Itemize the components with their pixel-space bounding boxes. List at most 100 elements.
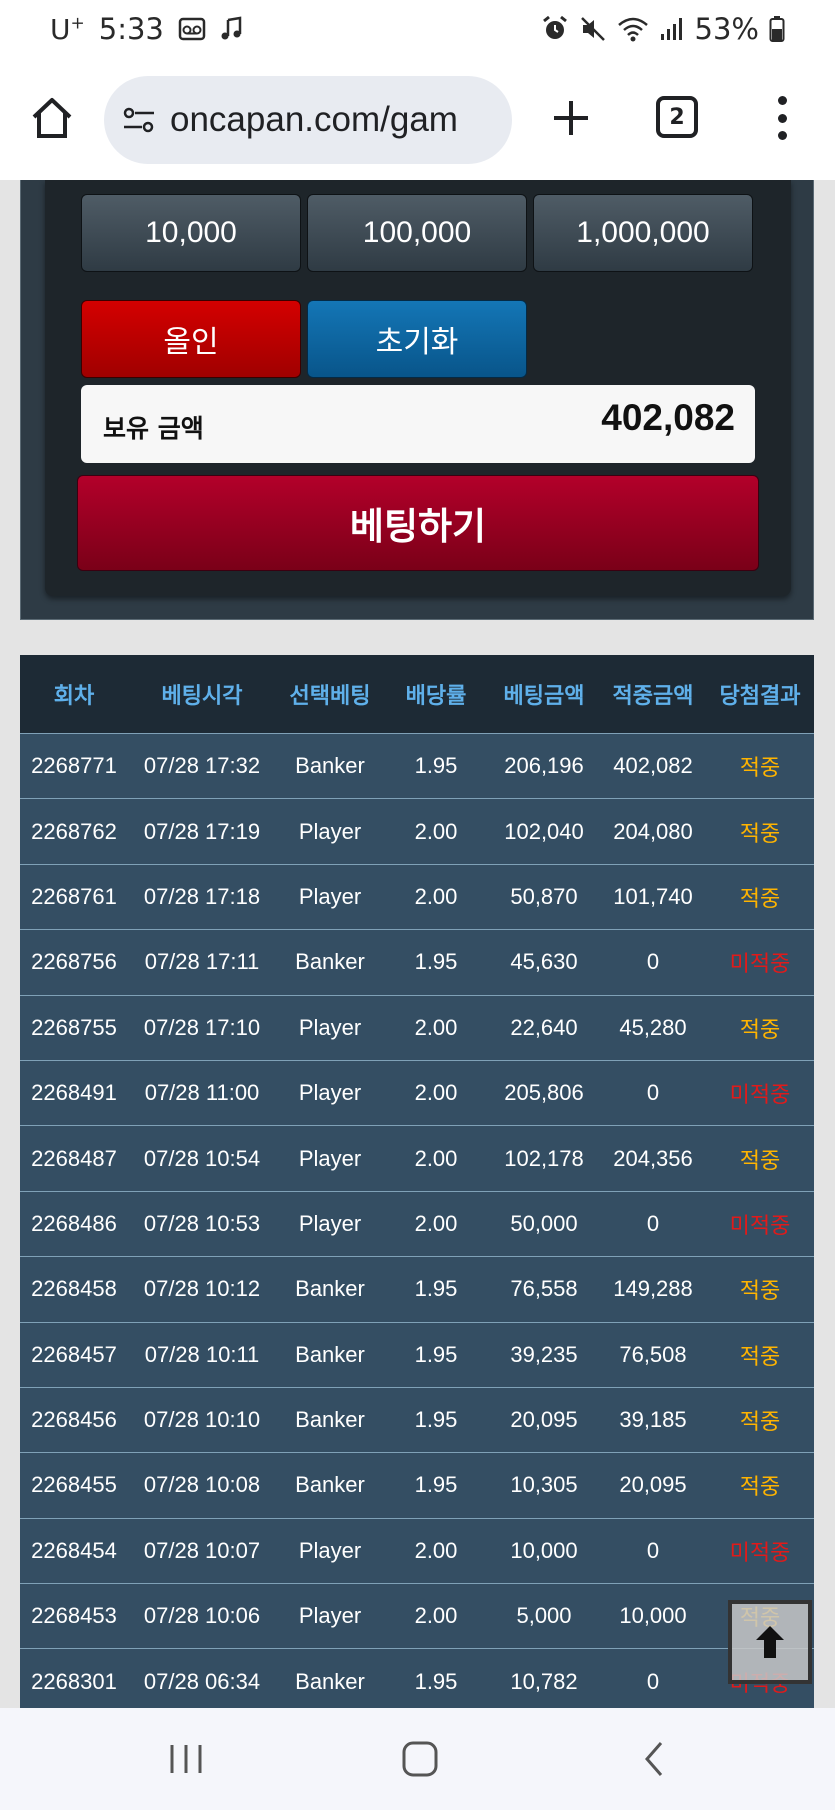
table-row: 226845307/28 10:06Player2.005,00010,000적… <box>20 1583 814 1649</box>
voicemail-icon <box>178 17 206 41</box>
cell-win-amount: 149,288 <box>613 1276 693 1302</box>
cell-result: 미적중 <box>729 1083 791 1109</box>
cell-selection: Banker <box>295 1341 365 1367</box>
cell-bet-time: 07/28 10:07 <box>143 1537 261 1563</box>
cell-bet-amount: 102,040 <box>504 818 584 844</box>
cell-bet-amount: 50,870 <box>510 883 578 909</box>
scroll-top-button[interactable] <box>728 1600 812 1684</box>
recents-button[interactable] <box>156 1736 216 1782</box>
plus-icon <box>554 101 588 135</box>
cell-round: 2268301 <box>31 1668 117 1694</box>
cell-win-amount: 101,740 <box>613 883 693 909</box>
cell-round: 2268491 <box>31 1080 117 1106</box>
table-body: 2268771 07/28 17:32 Banker 1.95 206,196 402,0… <box>20 733 814 1708</box>
cell-win-amount: 204,356 <box>613 1145 693 1171</box>
cell-result: 적중 <box>739 1344 781 1370</box>
cell-round: 2268457 <box>31 1341 117 1367</box>
cell-odds: 1.95 <box>414 1472 458 1498</box>
cell-selection: Player <box>298 1603 362 1629</box>
address-bar[interactable]: oncapan.com/gam <box>104 76 512 164</box>
cell-win-amount: 402,082 <box>613 753 693 779</box>
cell-selection: Player <box>298 1210 362 1236</box>
battery-icon <box>769 15 785 43</box>
table-row: 2268486 07/28 10:53 Player 2.00 50,000 0 미적중 <box>20 1190 814 1257</box>
cell-bet-time: 07/28 17:11 <box>144 949 260 975</box>
cell-bet-time: 07/28 10:10 <box>143 1407 261 1433</box>
cell-bet-amount: 20,095 <box>510 1407 578 1433</box>
cell-win-amount: 10,000 <box>619 1603 687 1629</box>
header-selection: 선택베팅 <box>289 684 371 709</box>
header-win-amount: 적중금액 <box>612 684 694 709</box>
cell-round: 2268771 <box>31 753 117 779</box>
reset-button[interactable]: 초기화 <box>307 300 527 378</box>
table-row: 2268454 07/28 10:07 Player 2.00 10,000 0 미적중 <box>20 1517 814 1584</box>
cell-win-amount: 76,508 <box>619 1341 687 1367</box>
cell-round: 2268487 <box>31 1145 117 1171</box>
cell-bet-amount: 45,630 <box>510 949 578 975</box>
cell-win-amount: 0 <box>646 1537 660 1563</box>
cell-round: 2268453 <box>31 1603 117 1629</box>
chip-button-10000[interactable]: 10,000 <box>81 194 301 272</box>
cell-odds: 2.00 <box>414 1014 458 1040</box>
cell-win-amount: 0 <box>646 1210 660 1236</box>
cell-bet-amount: 10,782 <box>510 1668 578 1694</box>
chip-button-100000[interactable]: 100,000 <box>307 194 527 272</box>
table-row: 2268761 07/28 17:18 Player 2.00 50,870 101,74… <box>20 863 814 930</box>
cell-odds: 1.95 <box>414 949 458 975</box>
cell-win-amount: 45,280 <box>619 1014 687 1040</box>
browser-home-button[interactable] <box>26 92 78 144</box>
site-settings-icon[interactable] <box>122 105 156 135</box>
cell-round: 2268756 <box>31 949 117 975</box>
battery-percent: 53% <box>694 12 759 46</box>
cell-odds: 2.00 <box>414 818 458 844</box>
cell-win-amount: 0 <box>646 1080 660 1106</box>
signal-icon <box>659 16 685 42</box>
cell-selection: Banker <box>295 753 365 779</box>
cell-selection: Player <box>298 1145 362 1171</box>
cell-odds: 1.95 <box>414 1407 458 1433</box>
table-row: 2268755 07/28 17:10 Player 2.00 22,640 45,280… <box>20 994 814 1060</box>
cell-bet-time: 07/28 10:06 <box>143 1603 261 1629</box>
cell-result: 적중 <box>739 1410 781 1436</box>
chip-button-1000000[interactable]: 1,000,000 <box>533 194 753 272</box>
all-in-button[interactable]: 올인 <box>81 300 301 378</box>
cell-selection: Banker <box>295 949 365 975</box>
cell-bet-amount: 76,558 <box>510 1276 578 1302</box>
back-icon <box>645 1742 663 1776</box>
cell-bet-amount: 10,000 <box>510 1537 578 1563</box>
cell-result: 적중 <box>739 886 781 912</box>
cell-bet-amount: 5,000 <box>516 1603 572 1629</box>
cell-round: 2268761 <box>31 883 117 909</box>
cell-round: 2268762 <box>31 818 117 844</box>
cell-bet-time: 07/28 10:08 <box>143 1472 261 1498</box>
cell-round: 2268458 <box>31 1276 117 1302</box>
cell-odds: 2.00 <box>414 1080 458 1106</box>
cell-bet-time: 07/28 17:18 <box>143 883 261 909</box>
cell-odds: 1.95 <box>414 1276 458 1302</box>
cell-odds: 2.00 <box>414 1603 458 1629</box>
action-row: 올인 초기화 <box>81 300 527 378</box>
cell-selection: Banker <box>295 1668 365 1694</box>
nav-home-icon <box>402 1741 438 1777</box>
table-row: 2268456 07/28 10:10 Banker 1.95 20,095 39,185… <box>20 1386 814 1453</box>
place-bet-button[interactable]: 베팅하기 <box>77 475 759 571</box>
table-row: 2268756 07/28 17:11 Banker 1.95 45,630 0 미적중 <box>20 929 814 995</box>
cell-selection: Banker <box>295 1276 365 1302</box>
cell-bet-amount: 10,305 <box>510 1472 578 1498</box>
bet-panel-container: 10,000 100,000 1,000,000 올인 초기화 보유 금액 40… <box>20 180 814 620</box>
cell-result: 적중 <box>739 821 781 847</box>
back-button[interactable] <box>624 1736 684 1782</box>
new-tab-button[interactable] <box>545 92 597 144</box>
more-vert-icon[interactable] <box>768 92 796 144</box>
cell-round: 2268486 <box>31 1210 117 1236</box>
balance-label: 보유 금액 <box>103 414 204 443</box>
cell-round: 2268455 <box>31 1472 117 1498</box>
tab-switcher-button[interactable]: 2 <box>656 96 698 138</box>
nav-home-button[interactable] <box>390 1736 450 1782</box>
cell-bet-time: 07/28 17:19 <box>143 818 261 844</box>
cell-bet-amount: 205,806 <box>504 1080 584 1106</box>
cell-bet-time: 07/28 17:10 <box>143 1014 261 1040</box>
cell-result: 적중 <box>739 1279 781 1305</box>
cell-odds: 1.95 <box>414 753 458 779</box>
arrow-up-icon <box>756 1626 784 1658</box>
